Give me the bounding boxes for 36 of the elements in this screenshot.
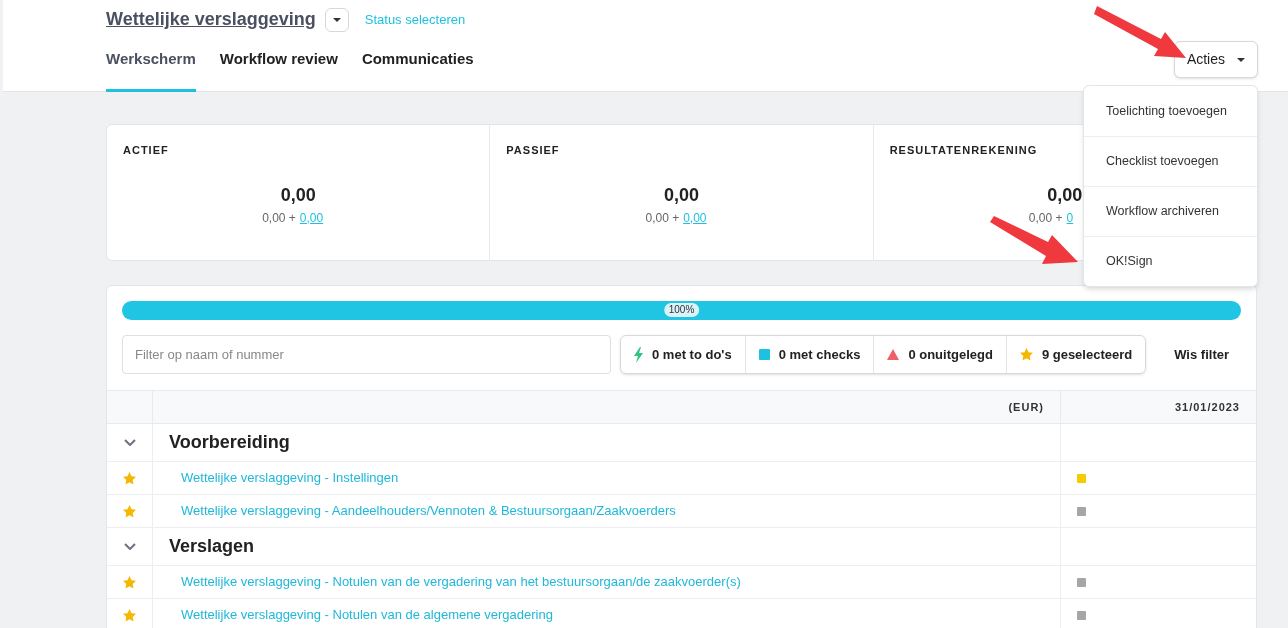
base-value: 0,00 + — [1028, 209, 1063, 227]
base-value: 0,00 + — [262, 209, 296, 227]
tab[interactable]: Communicaties — [361, 45, 474, 92]
tab[interactable]: Workflow review — [219, 45, 338, 92]
tab[interactable]: Werkscherm — [106, 45, 196, 92]
column-header: (EUR) — [1008, 399, 1044, 415]
caret-icon — [1237, 57, 1245, 62]
total-value: 0,00 — [1047, 183, 1083, 207]
card-title: ACTIEF — [123, 143, 170, 158]
square-icon — [758, 349, 770, 360]
progress-label: 100% — [663, 303, 700, 317]
filter-chip[interactable]: 0 met checks — [744, 336, 874, 373]
column-header: 31/01/2023 — [1174, 399, 1240, 415]
filter-field[interactable]: Filter op naam of nummer — [122, 335, 611, 374]
card-title: RESULTATENREKENING — [889, 143, 1039, 158]
card-title: PASSIEF — [506, 143, 561, 158]
total-value: 0,00 — [663, 183, 699, 207]
actions-button[interactable]: Acties — [1173, 41, 1258, 78]
filter-chip[interactable]: 0 onuitgelegd — [873, 336, 1006, 373]
group-title: Verslagen — [169, 535, 255, 558]
menu-item[interactable]: Workflow archiveren — [1084, 186, 1257, 236]
group-title: Voorbereiding — [169, 431, 290, 454]
total-value: 0,00 — [280, 183, 316, 207]
menu-item[interactable]: Toelichting toevoegen — [1084, 86, 1257, 136]
lightning-icon — [634, 346, 644, 363]
base-value: 0,00 + — [645, 209, 680, 227]
clear-filter-button[interactable]: Wis filter — [1174, 344, 1229, 365]
dropdown-button[interactable] — [324, 7, 349, 32]
caret-icon — [332, 17, 341, 22]
menu-item[interactable]: OK!Sign — [1084, 236, 1257, 286]
menu-item[interactable]: Checklist toevoegen — [1084, 136, 1257, 186]
filter-chip[interactable]: 0 met to do's — [621, 336, 745, 373]
warning-triangle-icon — [887, 349, 900, 360]
filter-chip[interactable]: 9 geselecteerd — [1005, 336, 1146, 373]
page-title[interactable]: Wettelijke verslaggeving — [106, 6, 316, 33]
star-icon — [1019, 348, 1033, 361]
